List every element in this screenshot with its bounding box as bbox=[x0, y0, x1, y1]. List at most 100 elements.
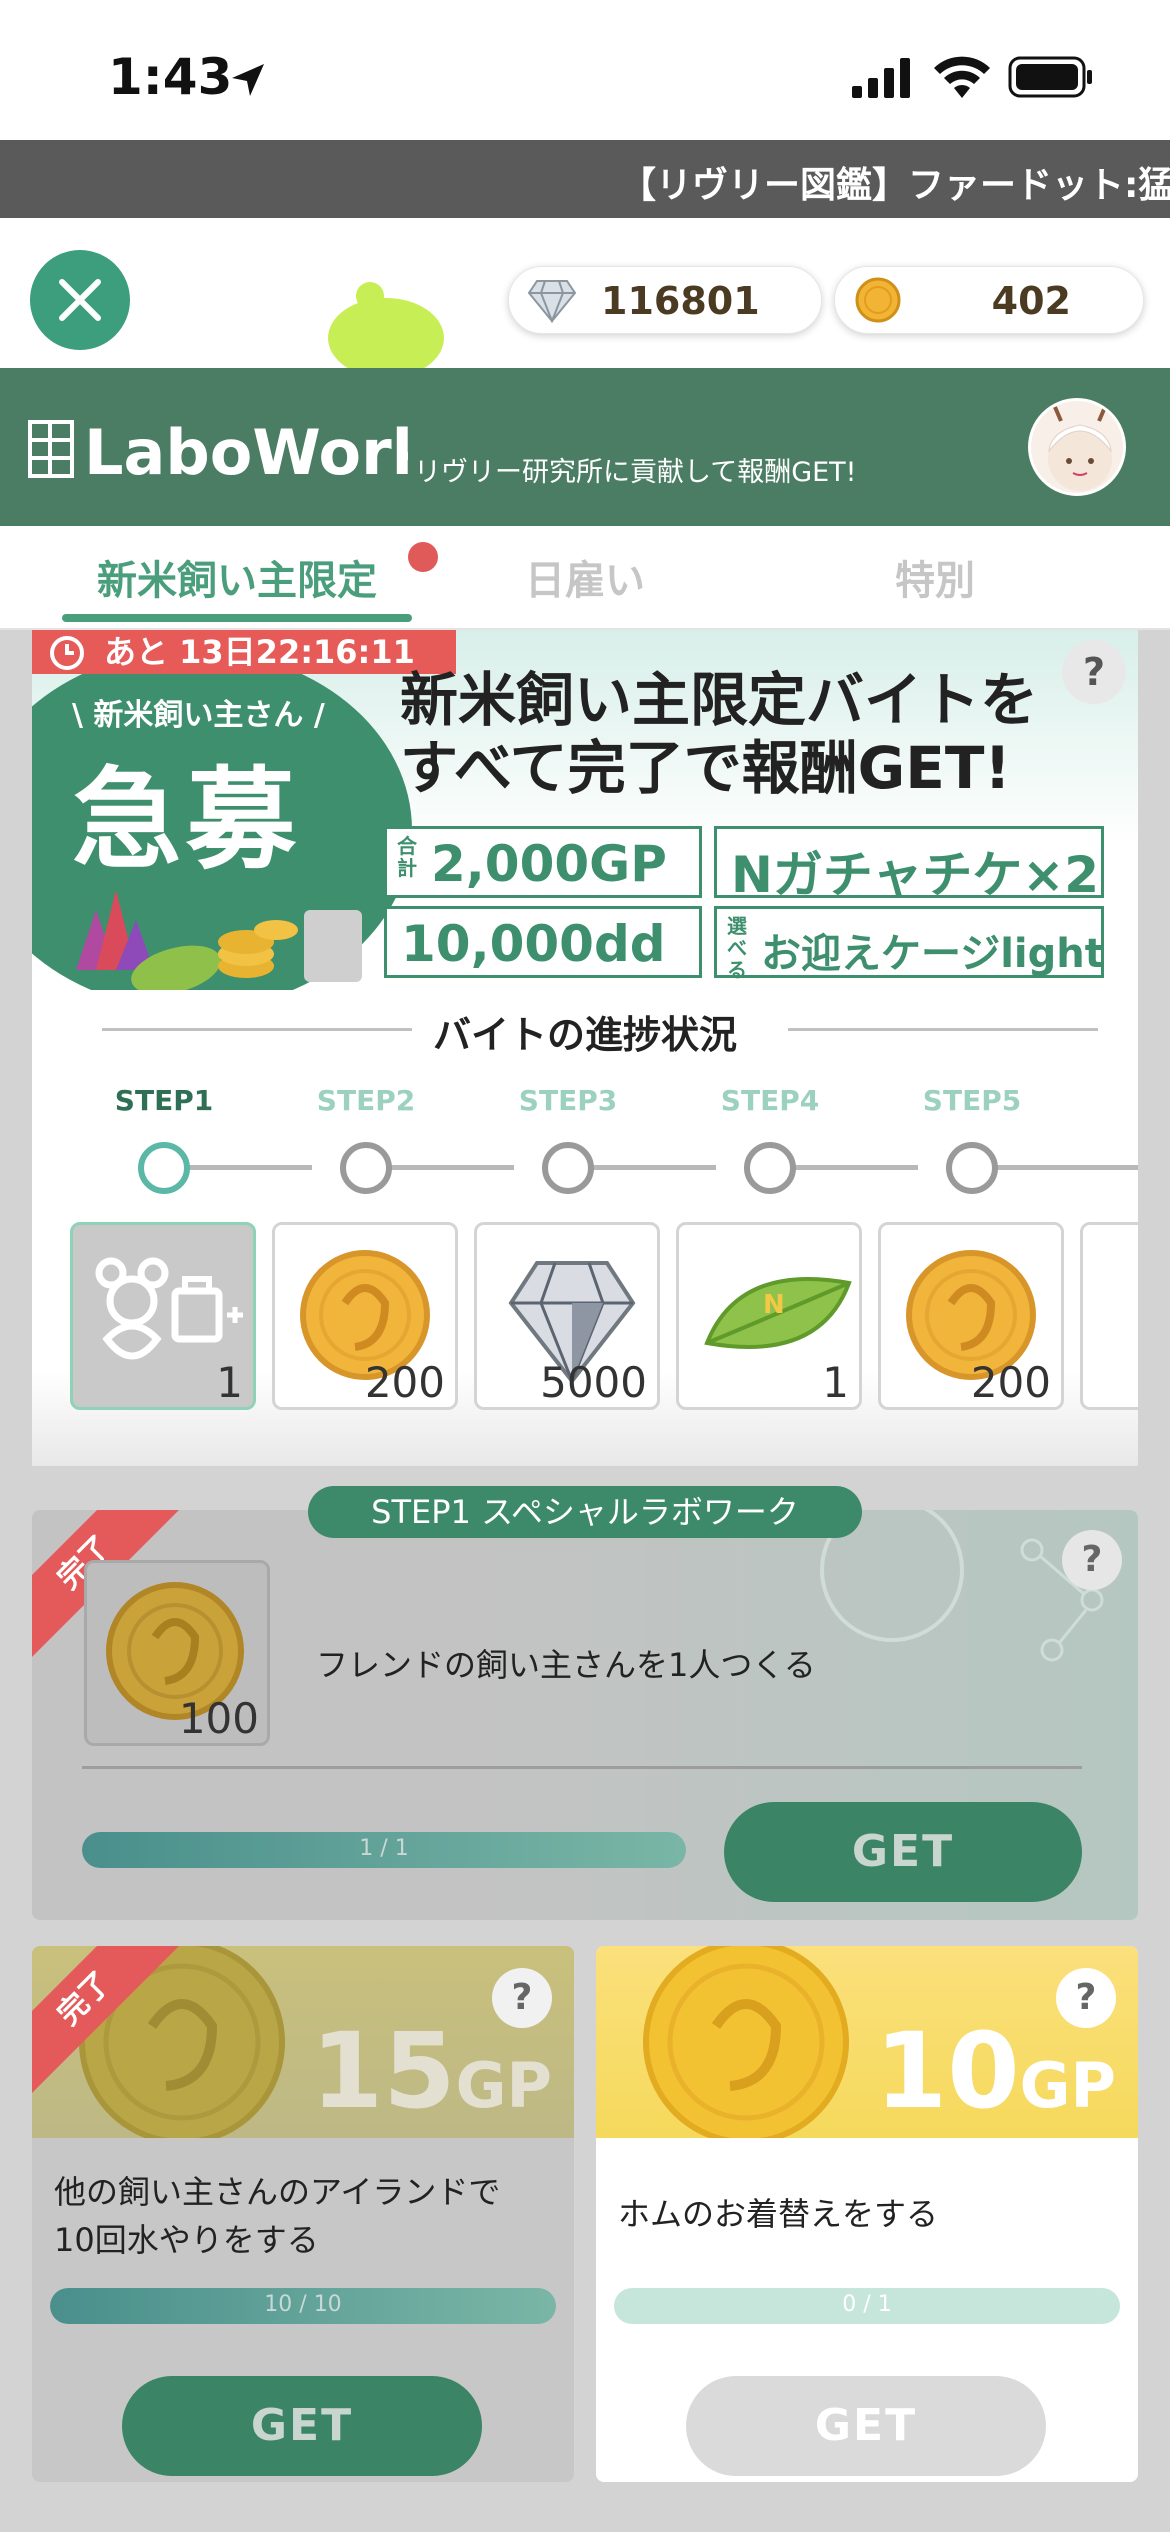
svg-text:LaboWork: LaboWork bbox=[84, 416, 408, 488]
mission-card: 10GP ? ホムのお着替えをする 0 / 1 GET bbox=[596, 1946, 1138, 2482]
location-arrow-icon bbox=[232, 64, 264, 96]
coin-count: 402 bbox=[991, 279, 1071, 323]
gp-unit: GP bbox=[455, 2049, 552, 2122]
tab-daily[interactable]: 日雇い bbox=[420, 548, 750, 606]
divider bbox=[82, 1766, 1082, 1769]
step-connector bbox=[996, 1165, 1138, 1170]
gem-counter[interactable]: 116801 bbox=[508, 266, 822, 334]
reward-dd: 10,000dd bbox=[384, 906, 702, 978]
step-label: STEP1 bbox=[114, 1084, 214, 1117]
special-work-card: 完了 ? 100 フレンドの飼い主さんを1人つくる 1 / 1 GET bbox=[32, 1510, 1138, 1920]
step-label: STEP2 bbox=[316, 1084, 416, 1117]
mission-help-button[interactable]: ? bbox=[492, 1968, 552, 2028]
ticker-text: 【リヴリー図鑑】ファードット:猛 bbox=[620, 165, 1170, 206]
progress-title: バイトの進捗状況 bbox=[432, 1013, 737, 1057]
reward-qty: 200 bbox=[364, 1358, 445, 1407]
progress-label: 10 / 10 bbox=[264, 2292, 342, 2317]
mission-get-button[interactable]: GET bbox=[686, 2376, 1046, 2476]
headline-line1: 新米飼い主限定バイトを bbox=[400, 666, 1039, 734]
active-tab-indicator bbox=[62, 614, 412, 622]
mission-progress-bar: 10 / 10 bbox=[50, 2288, 556, 2324]
gem-count: 116801 bbox=[601, 279, 760, 323]
mission-get-button[interactable]: GET bbox=[122, 2376, 482, 2476]
gp-value: 15 bbox=[310, 2010, 456, 2132]
step-node[interactable] bbox=[340, 1142, 392, 1194]
currency-bar: 116801 402 bbox=[0, 218, 1170, 368]
tab-newcomer[interactable]: 新米飼い主限定 bbox=[62, 548, 412, 606]
special-task-text: フレンドの飼い主さんを1人つくる bbox=[316, 1646, 816, 1684]
step-connector bbox=[794, 1165, 918, 1170]
step-connector bbox=[390, 1165, 514, 1170]
tab-bar: 新米飼い主限定 日雇い 特別 bbox=[0, 526, 1170, 630]
task-line: 10回水やりをする bbox=[54, 2221, 319, 2259]
gp-amount: 10GP bbox=[875, 2010, 1116, 2132]
avatar[interactable] bbox=[1028, 398, 1126, 496]
close-icon bbox=[59, 279, 101, 321]
reward-gacha-ticket: Nガチャチケ×2 bbox=[714, 826, 1104, 904]
character-blob-icon bbox=[328, 282, 444, 368]
clock-icon bbox=[50, 636, 84, 670]
reward-text: 2,000GP bbox=[431, 835, 667, 893]
gp-unit: GP bbox=[1019, 2049, 1116, 2122]
reward-card[interactable]: 200 bbox=[272, 1222, 458, 1410]
mission-progress-bar: 0 / 1 bbox=[614, 2288, 1120, 2324]
diamond-icon bbox=[527, 280, 577, 323]
special-progress-bar: 1 / 1 bbox=[82, 1832, 686, 1868]
cellular-signal-icon bbox=[852, 58, 910, 98]
mission-help-button[interactable]: ? bbox=[1056, 1968, 1116, 2028]
wifi-icon bbox=[934, 56, 990, 98]
timer-text: あと 13日22:16:11 bbox=[104, 633, 415, 671]
banner-headline: 新米飼い主限定バイトを すべて完了で報酬GET! bbox=[400, 666, 1038, 802]
reward-cage: 選べる お迎えケージlight bbox=[714, 906, 1104, 982]
close-button[interactable] bbox=[30, 250, 130, 350]
reward-card[interactable]: 200 bbox=[878, 1222, 1064, 1410]
banner-help-button[interactable]: ? bbox=[1062, 640, 1126, 704]
reward-qty: 1 bbox=[822, 1358, 849, 1407]
mission-task-text: 他の飼い主さんのアイランドで 10回水やりをする bbox=[54, 2168, 554, 2264]
status-bar: 1:43 bbox=[0, 0, 1170, 140]
gp-value: 10 bbox=[874, 2010, 1020, 2132]
progress-label: 0 / 1 bbox=[842, 2292, 892, 2317]
reward-prefix: 合計 bbox=[397, 834, 417, 880]
mission-card: 15GP ? 完了 他の飼い主さんのアイランドで 10回水やりをする 10 / … bbox=[32, 1946, 574, 2482]
reward-qty: 1 bbox=[216, 1358, 243, 1407]
character-avatar-icon bbox=[1048, 406, 1112, 491]
special-help-button[interactable]: ? bbox=[1062, 1530, 1122, 1590]
reward-card[interactable]: 1 bbox=[70, 1222, 256, 1410]
coin-icon bbox=[855, 277, 901, 323]
reward-qty: 100 bbox=[178, 1694, 259, 1743]
reward-card[interactable]: N 1 bbox=[676, 1222, 862, 1410]
step-connector bbox=[592, 1165, 716, 1170]
header-subtitle: リヴリー研究所に貢献して報酬GET! bbox=[414, 457, 857, 488]
step-connector bbox=[188, 1165, 312, 1170]
battery-icon bbox=[1008, 56, 1092, 98]
headline-line2: すべて完了で報酬GET! bbox=[400, 734, 1011, 802]
step-node[interactable] bbox=[138, 1142, 190, 1194]
task-line: ホムのお着替えをする bbox=[618, 2195, 939, 2233]
reward-text: 10,000dd bbox=[401, 915, 666, 973]
step-node[interactable] bbox=[946, 1142, 998, 1194]
tab-special[interactable]: 特別 bbox=[770, 548, 1100, 606]
status-time: 1:43 bbox=[108, 48, 233, 106]
step-node[interactable] bbox=[542, 1142, 594, 1194]
special-get-button[interactable]: GET bbox=[724, 1802, 1082, 1902]
reward-qty: 200 bbox=[970, 1358, 1051, 1407]
step-node[interactable] bbox=[744, 1142, 796, 1194]
banner-tag-top: \ 新米飼い主さん / bbox=[72, 698, 325, 733]
progress-section: バイトの進捗状況 STEP1 STEP2 STEP3 STEP4 STEP5 1 bbox=[32, 990, 1138, 1466]
reward-card[interactable]: 5000 bbox=[474, 1222, 660, 1410]
step-label: STEP5 bbox=[922, 1084, 1022, 1117]
content-area: あと 13日22:16:11 \ 新米飼い主さん / 急募 ? 新米飼い主限定バ… bbox=[0, 630, 1170, 2532]
task-line: 他の飼い主さんのアイランドで bbox=[54, 2173, 501, 2211]
banner-tag-main: 急募 bbox=[72, 756, 300, 884]
coin-counter[interactable]: 402 bbox=[834, 266, 1144, 334]
recruit-banner: あと 13日22:16:11 \ 新米飼い主さん / 急募 ? 新米飼い主限定バ… bbox=[32, 630, 1138, 990]
reward-prefix: 選べる bbox=[727, 914, 747, 982]
labowork-header: LaboWork リヴリー研究所に貢献して報酬GET! bbox=[0, 368, 1170, 526]
special-reward-item: 100 bbox=[84, 1560, 270, 1746]
reward-text: お迎えケージlight bbox=[761, 931, 1104, 977]
reward-treasure-icon bbox=[76, 890, 362, 990]
step-label: STEP3 bbox=[518, 1084, 618, 1117]
news-ticker[interactable]: 【リヴリー図鑑】ファードット:猛 bbox=[0, 140, 1170, 218]
reward-card[interactable] bbox=[1080, 1222, 1138, 1410]
